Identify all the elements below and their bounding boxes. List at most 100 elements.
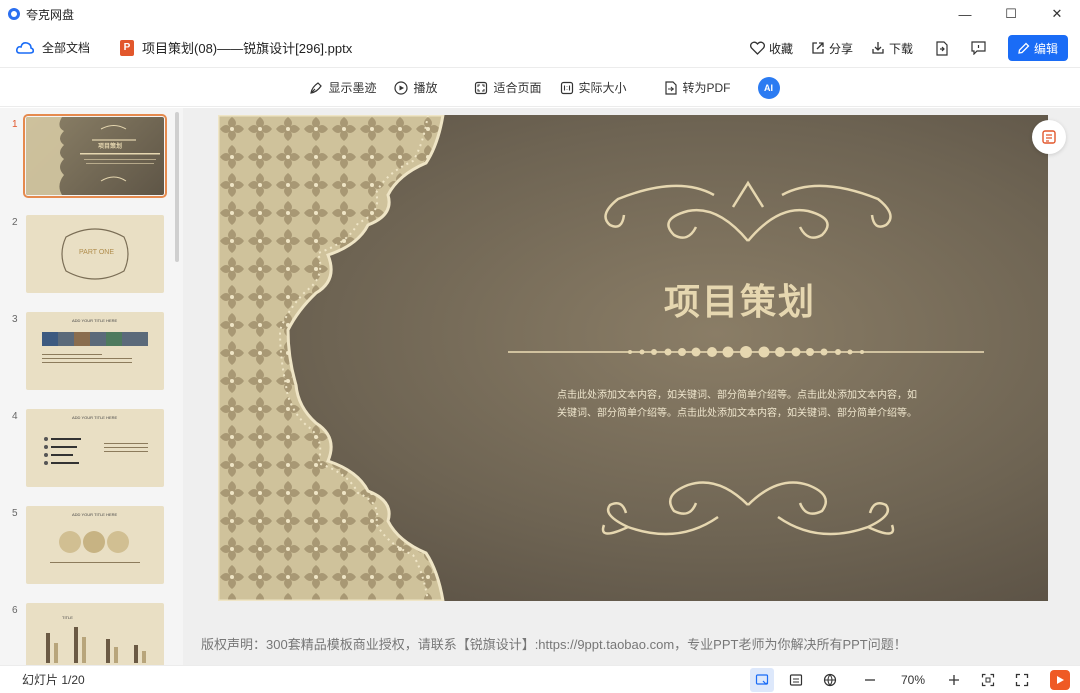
- thumbnail-slide-6[interactable]: 6 TITLE: [0, 603, 175, 665]
- pdf-convert-icon: [664, 80, 677, 95]
- favorite-button[interactable]: 收藏: [749, 40, 793, 57]
- notes-view-button[interactable]: [784, 668, 808, 692]
- heart-icon: [749, 41, 765, 55]
- slide-notes-button[interactable]: [1032, 120, 1066, 154]
- maximize-button[interactable]: ☐: [988, 0, 1034, 28]
- export-file-button[interactable]: [935, 40, 949, 56]
- ai-assistant-button[interactable]: AI: [757, 76, 780, 99]
- slide-thumbnail-sidebar: 1 项目策划 2 PART ONE 3 ADD YOUR TITLE HERE …: [0, 108, 183, 665]
- thumbnail-title: TITLE: [62, 615, 73, 620]
- ink-pen-icon: [310, 81, 323, 94]
- zoom-out-button[interactable]: [858, 668, 882, 692]
- globe-icon: [823, 673, 837, 687]
- thumbnail-image: ADD YOUR TITLE HERE: [26, 312, 164, 390]
- minimize-button[interactable]: —: [942, 0, 988, 28]
- slide-body-line: 点击此处添加文本内容，如关键词、部分简单介绍等。点击此处添加文本内容，如: [557, 390, 917, 401]
- sidebar-scrollbar[interactable]: [175, 112, 179, 262]
- slide-viewer: 项目策划 点击此处添加文本内容，如关键词、部分简单介绍等。点击此处添加文本内容，…: [183, 108, 1080, 665]
- header-actions: 收藏 分享 下载 编辑: [732, 34, 1068, 62]
- actual-size-button[interactable]: 实际大小: [560, 79, 627, 96]
- lace-ornament: [218, 115, 984, 601]
- window-controls: — ☐ ✕: [942, 0, 1080, 28]
- thumbnail-image: PART ONE: [26, 215, 164, 293]
- app-logo-icon: [8, 8, 20, 20]
- fit-page-button[interactable]: 适合页面: [474, 79, 542, 96]
- show-ink-button[interactable]: 显示墨迹: [309, 79, 376, 96]
- thumbnail-image: ADD YOUR TITLE HERE: [26, 506, 164, 584]
- web-view-button[interactable]: [818, 668, 842, 692]
- thumbnail-title: ADD YOUR TITLE HERE: [72, 512, 118, 517]
- comment-icon: [971, 41, 986, 55]
- slide-title: 项目策划: [664, 282, 817, 323]
- actual-size-icon: [560, 81, 573, 94]
- actual-size-label: 实际大小: [578, 81, 627, 95]
- pptx-file-icon: P: [120, 39, 135, 56]
- play-icon: [1057, 676, 1064, 684]
- slide-body-line: 关键词、部分简单介绍等。点击此处添加文本内容，如关键词、部分简单介绍等。: [557, 408, 917, 419]
- thumbnail-title: 项目策划: [98, 144, 123, 150]
- thumbnail-image: TITLE: [26, 603, 164, 665]
- thumbnail-number: 2: [12, 217, 18, 228]
- notes-view-icon: [789, 674, 803, 686]
- file-export-icon: [936, 40, 948, 56]
- fit-window-icon: [981, 673, 995, 687]
- fullscreen-button[interactable]: [1010, 668, 1034, 692]
- play-circle-icon: [394, 80, 409, 95]
- thumbnail-slide-3[interactable]: 3 ADD YOUR TITLE HERE: [0, 312, 175, 398]
- zoom-level[interactable]: 70%: [898, 673, 928, 687]
- thumbnail-number: 3: [12, 314, 18, 325]
- zoom-in-button[interactable]: [942, 668, 966, 692]
- notes-icon: [1042, 130, 1056, 144]
- fullscreen-icon: [1015, 673, 1029, 687]
- thumbnail-slide-2[interactable]: 2 PART ONE: [0, 215, 175, 301]
- status-controls: 70%: [740, 666, 1070, 693]
- share-icon: [812, 42, 824, 54]
- edit-label: 编辑: [1033, 41, 1058, 56]
- thumbnail-title: ADD YOUR TITLE HERE: [72, 318, 118, 323]
- share-label: 分享: [828, 41, 853, 56]
- close-button[interactable]: ✕: [1034, 0, 1080, 28]
- fit-window-button[interactable]: [976, 668, 1000, 692]
- current-slide: 项目策划 点击此处添加文本内容，如关键词、部分简单介绍等。点击此处添加文本内容，…: [218, 115, 1048, 601]
- convert-pdf-label: 转为PDF: [682, 81, 731, 95]
- thumbnail-image: 项目策划: [23, 114, 167, 198]
- thumbnail-slide-5[interactable]: 5 ADD YOUR TITLE HERE: [0, 506, 175, 592]
- share-button[interactable]: 分享: [811, 40, 853, 57]
- fit-page-icon: [475, 81, 488, 94]
- plus-icon: [949, 675, 959, 685]
- play-button[interactable]: 播放: [394, 79, 437, 96]
- thumbnail-title: ADD YOUR TITLE HERE: [72, 415, 118, 420]
- favorite-label: 收藏: [768, 41, 793, 56]
- download-button[interactable]: 下载: [871, 40, 913, 57]
- status-bar: 幻灯片 1/20 70%: [0, 665, 1080, 693]
- thumbnail-image: ADD YOUR TITLE HERE: [26, 409, 164, 487]
- all-docs-link[interactable]: 全部文档: [42, 39, 90, 56]
- fit-page-label: 适合页面: [493, 81, 542, 95]
- slideshow-play-button[interactable]: [1050, 670, 1070, 690]
- thumbnail-slide-4[interactable]: 4 ADD YOUR TITLE HERE: [0, 409, 175, 495]
- convert-pdf-button[interactable]: 转为PDF: [664, 79, 731, 96]
- app-title: 夸克网盘: [26, 7, 75, 22]
- thumbnail-title: PART ONE: [79, 249, 115, 256]
- comment-button[interactable]: [971, 41, 986, 55]
- normal-view-button[interactable]: [750, 668, 774, 692]
- thumbnail-number: 4: [12, 411, 18, 422]
- thumbnail-number: 1: [12, 119, 18, 130]
- slide-view-icon: [755, 674, 769, 685]
- show-ink-label: 显示墨迹: [328, 81, 377, 95]
- thumbnail-slide-1[interactable]: 1 项目策划: [0, 114, 175, 203]
- copyright-notice: 版权声明：300套精品模板商业授权，请联系【锐旗设计】:https://9ppt…: [201, 637, 907, 652]
- file-name: 项目策划(08)——锐旗设计[296].pptx: [142, 41, 353, 56]
- download-icon: [872, 42, 884, 54]
- slide-body-text: 点击此处添加文本内容，如关键词、部分简单介绍等。点击此处添加文本内容，如 关键词…: [557, 387, 935, 423]
- pencil-icon: [1018, 42, 1030, 54]
- edit-button[interactable]: 编辑: [1008, 35, 1068, 61]
- viewer-toolbar: 显示墨迹 播放 适合页面 实际大小 转为PDF AI: [0, 69, 1080, 107]
- thumbnail-number: 5: [12, 508, 18, 519]
- minus-icon: [865, 679, 875, 681]
- cloud-icon[interactable]: [16, 41, 35, 55]
- play-label: 播放: [413, 81, 438, 95]
- download-label: 下载: [888, 41, 913, 56]
- slide-counter: 幻灯片 1/20: [22, 673, 85, 687]
- thumbnail-number: 6: [12, 605, 18, 616]
